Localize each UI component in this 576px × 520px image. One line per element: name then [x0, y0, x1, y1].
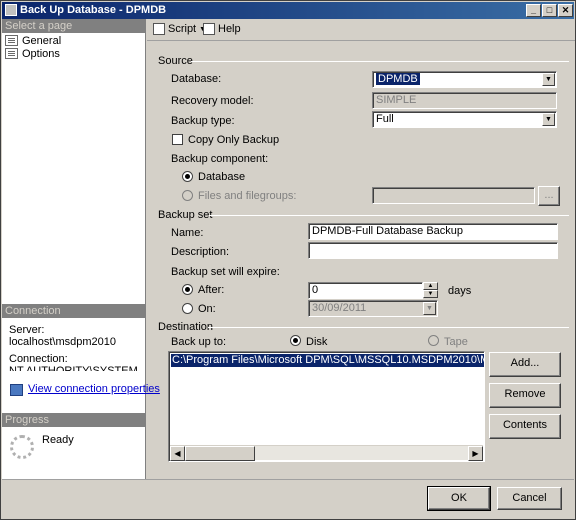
disk-label: Disk [306, 336, 328, 348]
days-spinner[interactable]: ▲ ▼ [423, 282, 438, 299]
component-database-label: Database [198, 171, 246, 183]
backup-set-section-label: Backup set [158, 209, 213, 221]
backup-type-value: Full [376, 113, 394, 125]
remove-destination-button[interactable]: Remove [489, 383, 561, 408]
server-label: Server: [9, 324, 45, 336]
page-item-general[interactable]: General [5, 34, 61, 47]
expire-label: Backup set will expire: [171, 266, 280, 278]
source-divider [191, 61, 569, 62]
contents-button[interactable]: Contents [489, 414, 561, 439]
window-title: Back Up Database - DPMDB [20, 4, 167, 16]
database-value: DPMDB [376, 73, 420, 85]
cancel-button[interactable]: Cancel [497, 487, 562, 510]
expire-on-radio[interactable] [182, 303, 193, 314]
component-files-radio[interactable] [182, 190, 193, 201]
description-field[interactable] [308, 242, 558, 259]
spin-down-icon[interactable]: ▼ [423, 290, 438, 298]
close-button[interactable]: ✕ [558, 4, 573, 17]
description-label: Description: [171, 246, 230, 258]
component-files-label: Files and filegroups: [198, 190, 297, 202]
backup-type-label: Backup type: [171, 115, 235, 127]
scroll-left-icon[interactable]: ◀ [170, 446, 185, 461]
connection-header: Connection [2, 304, 145, 318]
connection-properties-icon [10, 384, 23, 396]
chevron-down-icon[interactable]: ▼ [542, 113, 555, 126]
connection-label: Connection: [9, 353, 68, 365]
tape-radio[interactable] [428, 335, 439, 346]
help-icon [203, 23, 215, 35]
files-filegroups-field [372, 187, 535, 204]
list-item[interactable]: C:\Program Files\Microsoft DPM\SQL\MSSQL… [171, 354, 484, 367]
scroll-right-icon[interactable]: ▶ [468, 446, 483, 461]
tape-label: Tape [444, 336, 468, 348]
back-up-to-label: Back up to: [171, 336, 227, 348]
dialog-footer: OK Cancel [2, 479, 574, 519]
recovery-model-label: Recovery model: [171, 95, 254, 107]
scroll-thumb[interactable] [185, 446, 255, 461]
chevron-down-icon[interactable]: ▼ [542, 73, 555, 86]
disk-radio[interactable] [290, 335, 301, 346]
toolbar: Script ▼ Help [147, 19, 575, 41]
view-connection-properties-link[interactable]: View connection properties [28, 383, 160, 395]
page-icon [5, 35, 18, 46]
database-icon [5, 4, 17, 16]
destination-divider [208, 327, 569, 328]
component-database-radio[interactable] [182, 171, 193, 182]
title-bar[interactable]: Back Up Database - DPMDB _ □ ✕ [2, 2, 574, 19]
page-icon [5, 48, 18, 59]
database-dropdown[interactable]: DPMDB ▼ [372, 71, 557, 88]
backup-set-divider [209, 215, 569, 216]
ok-button[interactable]: OK [427, 486, 491, 511]
server-value: localhost\msdpm2010 [9, 336, 117, 348]
progress-header: Progress [2, 413, 145, 427]
maximize-button[interactable]: □ [542, 4, 557, 17]
copy-only-checkbox[interactable] [172, 134, 183, 145]
on-label: On: [198, 303, 216, 315]
horizontal-scrollbar[interactable]: ◀ ▶ [170, 445, 483, 461]
chevron-down-icon[interactable]: ▼ [423, 302, 436, 315]
source-section-label: Source [158, 55, 193, 67]
backup-database-dialog: Back Up Database - DPMDB _ □ ✕ Select a … [0, 0, 576, 520]
help-label: Help [218, 23, 241, 35]
backup-name-field[interactable]: DPMDB-Full Database Backup [308, 223, 558, 240]
add-destination-button[interactable]: Add... [489, 352, 561, 377]
expire-days-field[interactable]: 0 [308, 282, 423, 299]
browse-files-button[interactable]: ... [538, 186, 560, 206]
days-label: days [448, 285, 472, 297]
expire-date-picker[interactable]: 30/09/2011 ▼ [308, 300, 438, 317]
copy-only-label: Copy Only Backup [188, 134, 280, 146]
progress-spinner-icon [10, 435, 34, 459]
after-label: After: [198, 284, 225, 296]
expire-date-value: 30/09/2011 [312, 302, 367, 314]
backup-component-label: Backup component: [171, 153, 269, 165]
database-label: Database: [171, 73, 222, 85]
spin-up-icon[interactable]: ▲ [423, 282, 438, 290]
page-item-label: General [22, 34, 62, 47]
recovery-model-field: SIMPLE [372, 92, 557, 109]
select-page-header: Select a page [2, 19, 145, 33]
connection-value: NT AUTHORITY\SYSTEM [9, 365, 138, 371]
left-pane: Select a page General Options Connection… [2, 19, 160, 479]
page-item-options[interactable]: Options [5, 47, 60, 60]
destination-list[interactable]: C:\Program Files\Microsoft DPM\SQL\MSSQL… [168, 351, 485, 462]
page-item-label: Options [22, 47, 60, 60]
expire-after-radio[interactable] [182, 284, 193, 295]
script-button[interactable]: Script ▼ [153, 23, 206, 35]
script-icon [153, 23, 165, 35]
progress-status: Ready [42, 434, 74, 446]
backup-name-label: Name: [171, 227, 204, 239]
script-label: Script [168, 23, 197, 35]
destination-section-label: Destination [158, 321, 214, 333]
backup-type-dropdown[interactable]: Full ▼ [372, 111, 557, 128]
minimize-button[interactable]: _ [526, 4, 541, 17]
help-button[interactable]: Help [203, 23, 241, 35]
